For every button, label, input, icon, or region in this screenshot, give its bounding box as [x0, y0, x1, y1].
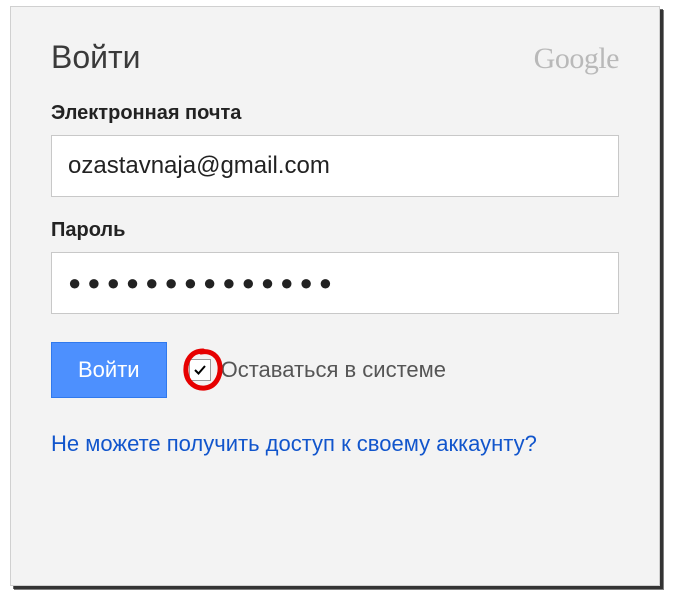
email-field[interactable] — [51, 135, 619, 197]
stay-signed-in-checkbox[interactable] — [189, 359, 211, 381]
header-row: Войти Google — [51, 39, 619, 76]
password-field[interactable] — [51, 252, 619, 314]
recover-account-link[interactable]: Не можете получить доступ к своему аккау… — [51, 428, 537, 460]
login-card-body: Войти Google Электронная почта Пароль Во… — [11, 7, 659, 490]
password-label: Пароль — [51, 219, 619, 242]
signin-button[interactable]: Войти — [51, 342, 167, 398]
checkmark-icon — [193, 363, 207, 377]
page-title: Войти — [51, 39, 141, 76]
stay-signed-in-label: Оставаться в системе — [221, 357, 446, 383]
login-card: Войти Google Электронная почта Пароль Во… — [10, 6, 660, 586]
password-block: Пароль — [51, 219, 619, 314]
google-logo: Google — [534, 42, 619, 76]
stay-signed-in-group: Оставаться в системе — [189, 357, 446, 383]
action-row: Войти Оставаться в системе — [51, 342, 619, 398]
email-label: Электронная почта — [51, 102, 619, 125]
email-block: Электронная почта — [51, 102, 619, 197]
